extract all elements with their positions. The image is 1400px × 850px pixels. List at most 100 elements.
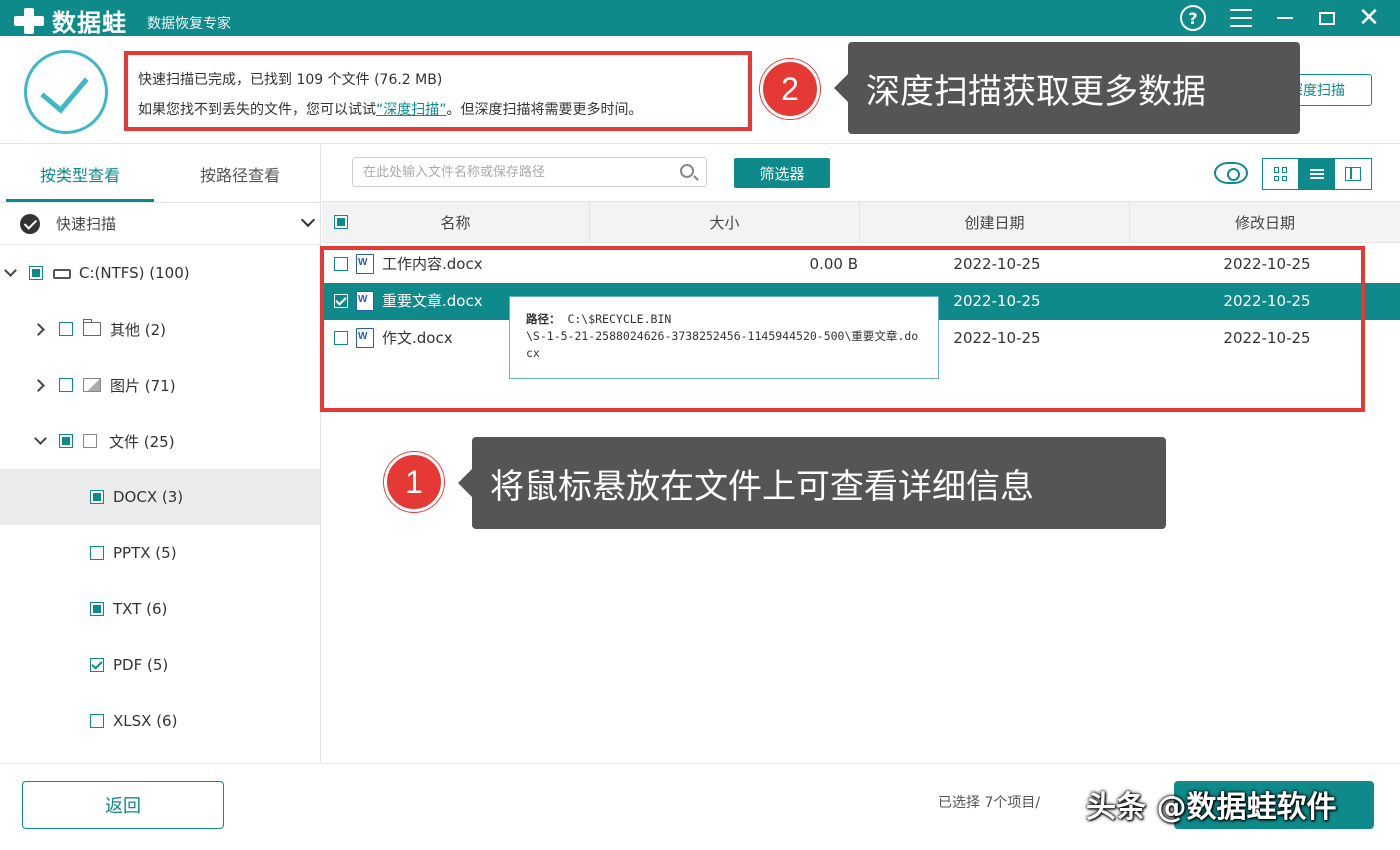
tree-checkbox[interactable] [90, 546, 104, 560]
scan-mode-label: 快速扫描 [56, 215, 117, 233]
tree-item-label: C:(NTFS) (100) [79, 264, 190, 282]
tree-item-drive-c[interactable]: C:(NTFS) (100) [0, 245, 320, 301]
file-created-date: 2022-10-25 [953, 329, 1041, 347]
row-checkbox[interactable] [334, 331, 348, 345]
tree-item-docx[interactable]: DOCX (3) [0, 469, 320, 525]
scan-hint-prefix: 如果您找不到丢失的文件，您可以试试 [138, 102, 376, 118]
file-name: 作文.docx [382, 329, 453, 347]
tree-checkbox[interactable] [90, 602, 104, 616]
image-icon [83, 378, 101, 392]
deep-scan-link[interactable]: “深度扫描” [376, 102, 447, 118]
callout-hover-info: 将鼠标悬放在文件上可查看详细信息 [458, 437, 1166, 529]
tree-item-other[interactable]: 其他 (2) [0, 301, 320, 357]
tab-by-path[interactable]: 按路径查看 [160, 145, 320, 202]
document-icon [83, 434, 97, 448]
search-input[interactable] [363, 164, 673, 180]
scan-complete-check-icon [24, 50, 108, 134]
app-subtitle: 数据恢复专家 [147, 15, 231, 32]
tree-item-xlsx[interactable]: XLSX (6) [0, 693, 320, 749]
search-icon[interactable] [680, 164, 694, 178]
grid-view-button[interactable] [1263, 159, 1299, 189]
scan-hint-suffix: 。但深度扫描将需要更多时间。 [446, 102, 643, 118]
file-table-header: 名称 大小 创建日期 修改日期 [322, 201, 1400, 243]
tree-checkbox[interactable] [90, 658, 104, 672]
word-document-icon [356, 291, 374, 311]
step-badge-1: 1 [384, 452, 444, 512]
tree-item-label: PPTX (5) [113, 544, 177, 562]
column-header-modified[interactable]: 修改日期 [1130, 202, 1400, 242]
file-modified-date: 2022-10-25 [1223, 255, 1311, 273]
tree-item-images[interactable]: 图片 (71) [0, 357, 320, 413]
tree-item-pptx[interactable]: PPTX (5) [0, 525, 320, 581]
search-box [352, 157, 707, 187]
left-panel: 按类型查看 按路径查看 快速扫描 C:(NTFS) (100) 其他 (2) 图… [0, 145, 321, 763]
detail-view-button[interactable] [1335, 159, 1371, 189]
tree-checkbox[interactable] [59, 378, 73, 392]
help-icon[interactable]: ? [1178, 3, 1208, 33]
back-button[interactable]: 返回 [22, 781, 224, 829]
row-checkbox[interactable] [334, 294, 348, 308]
tree-item-label: 文件 (25) [109, 432, 175, 451]
file-created-date: 2022-10-25 [953, 292, 1041, 310]
table-row[interactable]: 工作内容.docx 0.00 B 2022-10-25 2022-10-25 [322, 246, 1400, 283]
selection-count: 已选择 7个项目/ [938, 795, 1041, 811]
step-badge-2: 2 [760, 59, 820, 119]
tree-item-label: PDF (5) [113, 656, 169, 674]
file-modified-date: 2022-10-25 [1223, 292, 1311, 310]
chevron-down-icon[interactable] [4, 264, 17, 277]
scan-mode-dropdown[interactable]: 快速扫描 [0, 203, 321, 245]
maximize-icon[interactable] [1312, 3, 1342, 33]
minimize-icon[interactable] [1270, 3, 1300, 33]
tree-item-documents[interactable]: 文件 (25) [0, 413, 320, 469]
help-glyph: ? [1180, 5, 1206, 31]
folder-icon [83, 319, 101, 336]
file-modified-date: 2022-10-25 [1223, 329, 1311, 347]
tree-item-pdf[interactable]: PDF (5) [0, 637, 320, 693]
column-header-size[interactable]: 大小 [590, 202, 860, 242]
column-header-created[interactable]: 创建日期 [860, 202, 1130, 242]
callout-deep-scan: 深度扫描获取更多数据 [834, 42, 1300, 134]
close-icon[interactable]: ✕ [1354, 3, 1384, 33]
preview-eye-icon[interactable] [1214, 162, 1248, 184]
filter-button[interactable]: 筛选器 [734, 158, 830, 188]
plus-logo-icon [12, 6, 46, 36]
tab-by-type[interactable]: 按类型查看 [0, 145, 160, 202]
file-name: 重要文章.docx [382, 292, 483, 310]
check-circle-icon [20, 213, 40, 234]
tooltip-label: 路径： [526, 312, 561, 326]
file-name: 工作内容.docx [382, 255, 483, 273]
list-view-button[interactable] [1299, 159, 1335, 189]
view-mode-tabs: 按类型查看 按路径查看 [0, 145, 321, 203]
file-toolbar: 筛选器 [322, 145, 1400, 201]
tree-item-label: TXT (6) [113, 600, 168, 618]
tree-checkbox[interactable] [90, 490, 104, 504]
tree-checkbox[interactable] [90, 714, 104, 728]
tree-item-txt[interactable]: TXT (6) [0, 581, 320, 637]
bottom-bar: 返回 已选择 7个项目/ 头条 @数据蛙软件 [0, 763, 1400, 850]
scan-summary-text: 快速扫描已完成，已找到 109 个文件 (76.2 MB) [138, 72, 443, 88]
watermark-text: 头条 @数据蛙软件 [1086, 790, 1337, 825]
app-name: 数据蛙 [52, 9, 127, 37]
title-bar: 数据蛙 数据恢复专家 ? ✕ [0, 0, 1400, 38]
grid-icon [1273, 167, 1288, 181]
chevron-right-icon[interactable] [32, 378, 45, 392]
scan-hint-text: 如果您找不到丢失的文件，您可以试试“深度扫描”。但深度扫描将需要更多时间。 [138, 95, 738, 125]
column-label: 名称 [440, 213, 471, 232]
menu-icon[interactable] [1226, 3, 1256, 33]
row-checkbox[interactable] [334, 257, 348, 271]
file-created-date: 2022-10-25 [953, 255, 1041, 273]
tooltip-path-line1: C:\$RECYCLE.BIN [567, 312, 672, 326]
list-icon [1309, 167, 1324, 181]
drive-icon [53, 269, 71, 279]
chevron-down-icon[interactable] [34, 432, 47, 445]
tree-item-label: XLSX (6) [113, 712, 178, 730]
tree-checkbox[interactable] [59, 322, 73, 336]
app-logo: 数据蛙 数据恢复专家 [12, 3, 231, 38]
word-document-icon [356, 254, 374, 274]
tree-checkbox[interactable] [29, 266, 43, 280]
tree-checkbox[interactable] [59, 434, 73, 448]
file-size: 0.00 B [809, 255, 858, 273]
chevron-right-icon[interactable] [32, 322, 45, 336]
tree-item-label: 其他 (2) [110, 320, 167, 339]
column-header-name[interactable]: 名称 [322, 202, 590, 242]
